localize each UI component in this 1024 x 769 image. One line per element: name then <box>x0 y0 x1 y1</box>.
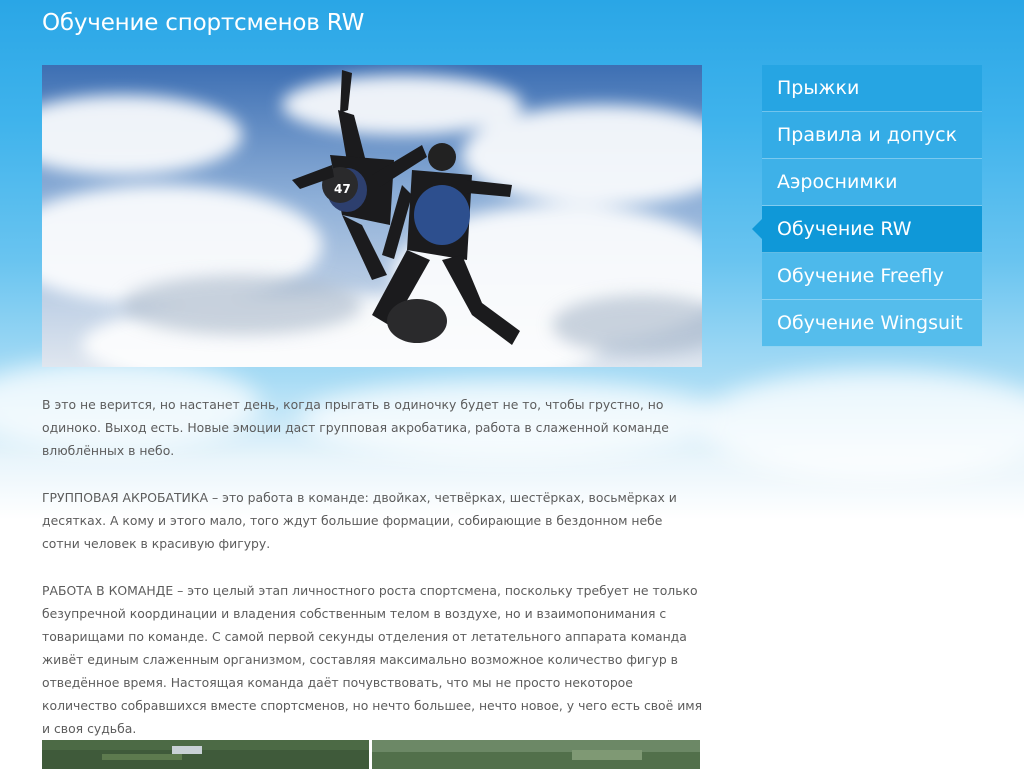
sidebar-item-rw-training[interactable]: Обучение RW <box>752 206 982 253</box>
article-paragraph: В это не верится, но настанет день, когд… <box>42 397 669 458</box>
gallery-thumbnail[interactable] <box>42 740 369 769</box>
jumper-number: 47 <box>334 182 351 196</box>
sidebar-item-freefly-training[interactable]: Обучение Freefly <box>762 253 982 300</box>
gallery-thumbnails <box>42 740 700 769</box>
gallery-thumbnail[interactable] <box>372 740 700 769</box>
sidebar-item-aerial-photos[interactable]: Аэроснимки <box>762 159 982 206</box>
sidebar-item-rules[interactable]: Правила и допуск <box>762 112 982 159</box>
aerial-photo-thumbnail <box>372 740 700 769</box>
hero-image: 47 <box>42 65 702 367</box>
article-paragraph: ГРУППОВАЯ АКРОБАТИКА – это работа в кома… <box>42 490 677 551</box>
page-title: Обучение спортсменов RW <box>42 10 365 36</box>
article-body: В это не верится, но настанет день, когд… <box>42 393 704 764</box>
sidebar-item-jumps[interactable]: Прыжки <box>762 65 982 112</box>
sidebar-item-wingsuit-training[interactable]: Обучение Wingsuit <box>762 300 982 347</box>
skydivers-photo: 47 <box>42 65 702 367</box>
sidebar-menu: Прыжки Правила и допуск Аэроснимки Обуче… <box>752 65 982 347</box>
article-paragraph: РАБОТА В КОМАНДЕ – это целый этап личнос… <box>42 583 703 736</box>
aerial-photo-thumbnail <box>42 740 369 769</box>
background-cloud <box>700 370 1024 480</box>
